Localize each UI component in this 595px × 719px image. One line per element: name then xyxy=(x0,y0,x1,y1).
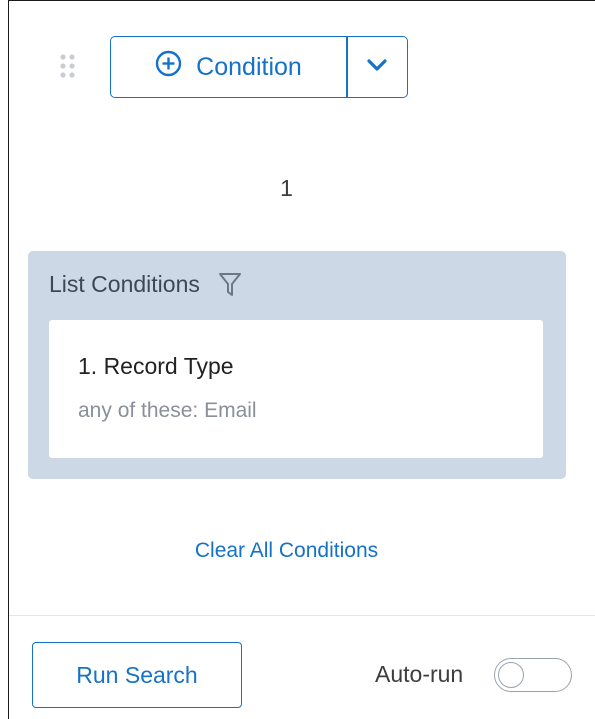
condition-item[interactable]: 1. Record Type any of these: Email xyxy=(49,320,543,458)
add-condition-label: Condition xyxy=(196,52,302,81)
condition-item-description: any of these: Email xyxy=(78,399,257,422)
condition-item-title: 1. Record Type xyxy=(78,353,234,379)
auto-run-label: Auto-run xyxy=(375,661,464,687)
drag-handle-icon[interactable] xyxy=(59,53,77,81)
run-search-button[interactable]: Run Search xyxy=(32,642,242,708)
list-conditions-card: List Conditions 1. Record Type any of th… xyxy=(28,251,566,479)
filter-icon xyxy=(218,272,242,298)
clear-all-conditions-link[interactable]: Clear All Conditions xyxy=(9,539,564,563)
add-condition-button[interactable]: Condition xyxy=(111,37,346,97)
add-condition-split-button: Condition xyxy=(110,36,408,98)
auto-run-toggle[interactable] xyxy=(494,658,572,692)
list-conditions-header: List Conditions xyxy=(49,271,242,298)
condition-count: 1 xyxy=(280,175,293,201)
add-condition-dropdown-toggle[interactable] xyxy=(348,37,408,97)
plus-circle-icon xyxy=(155,50,182,84)
list-conditions-title: List Conditions xyxy=(49,271,200,297)
toggle-knob xyxy=(498,661,524,688)
chevron-down-icon xyxy=(367,58,387,76)
search-conditions-panel: Condition 1 List Conditions 1. Record Ty… xyxy=(8,0,595,719)
footer-divider xyxy=(9,615,595,616)
